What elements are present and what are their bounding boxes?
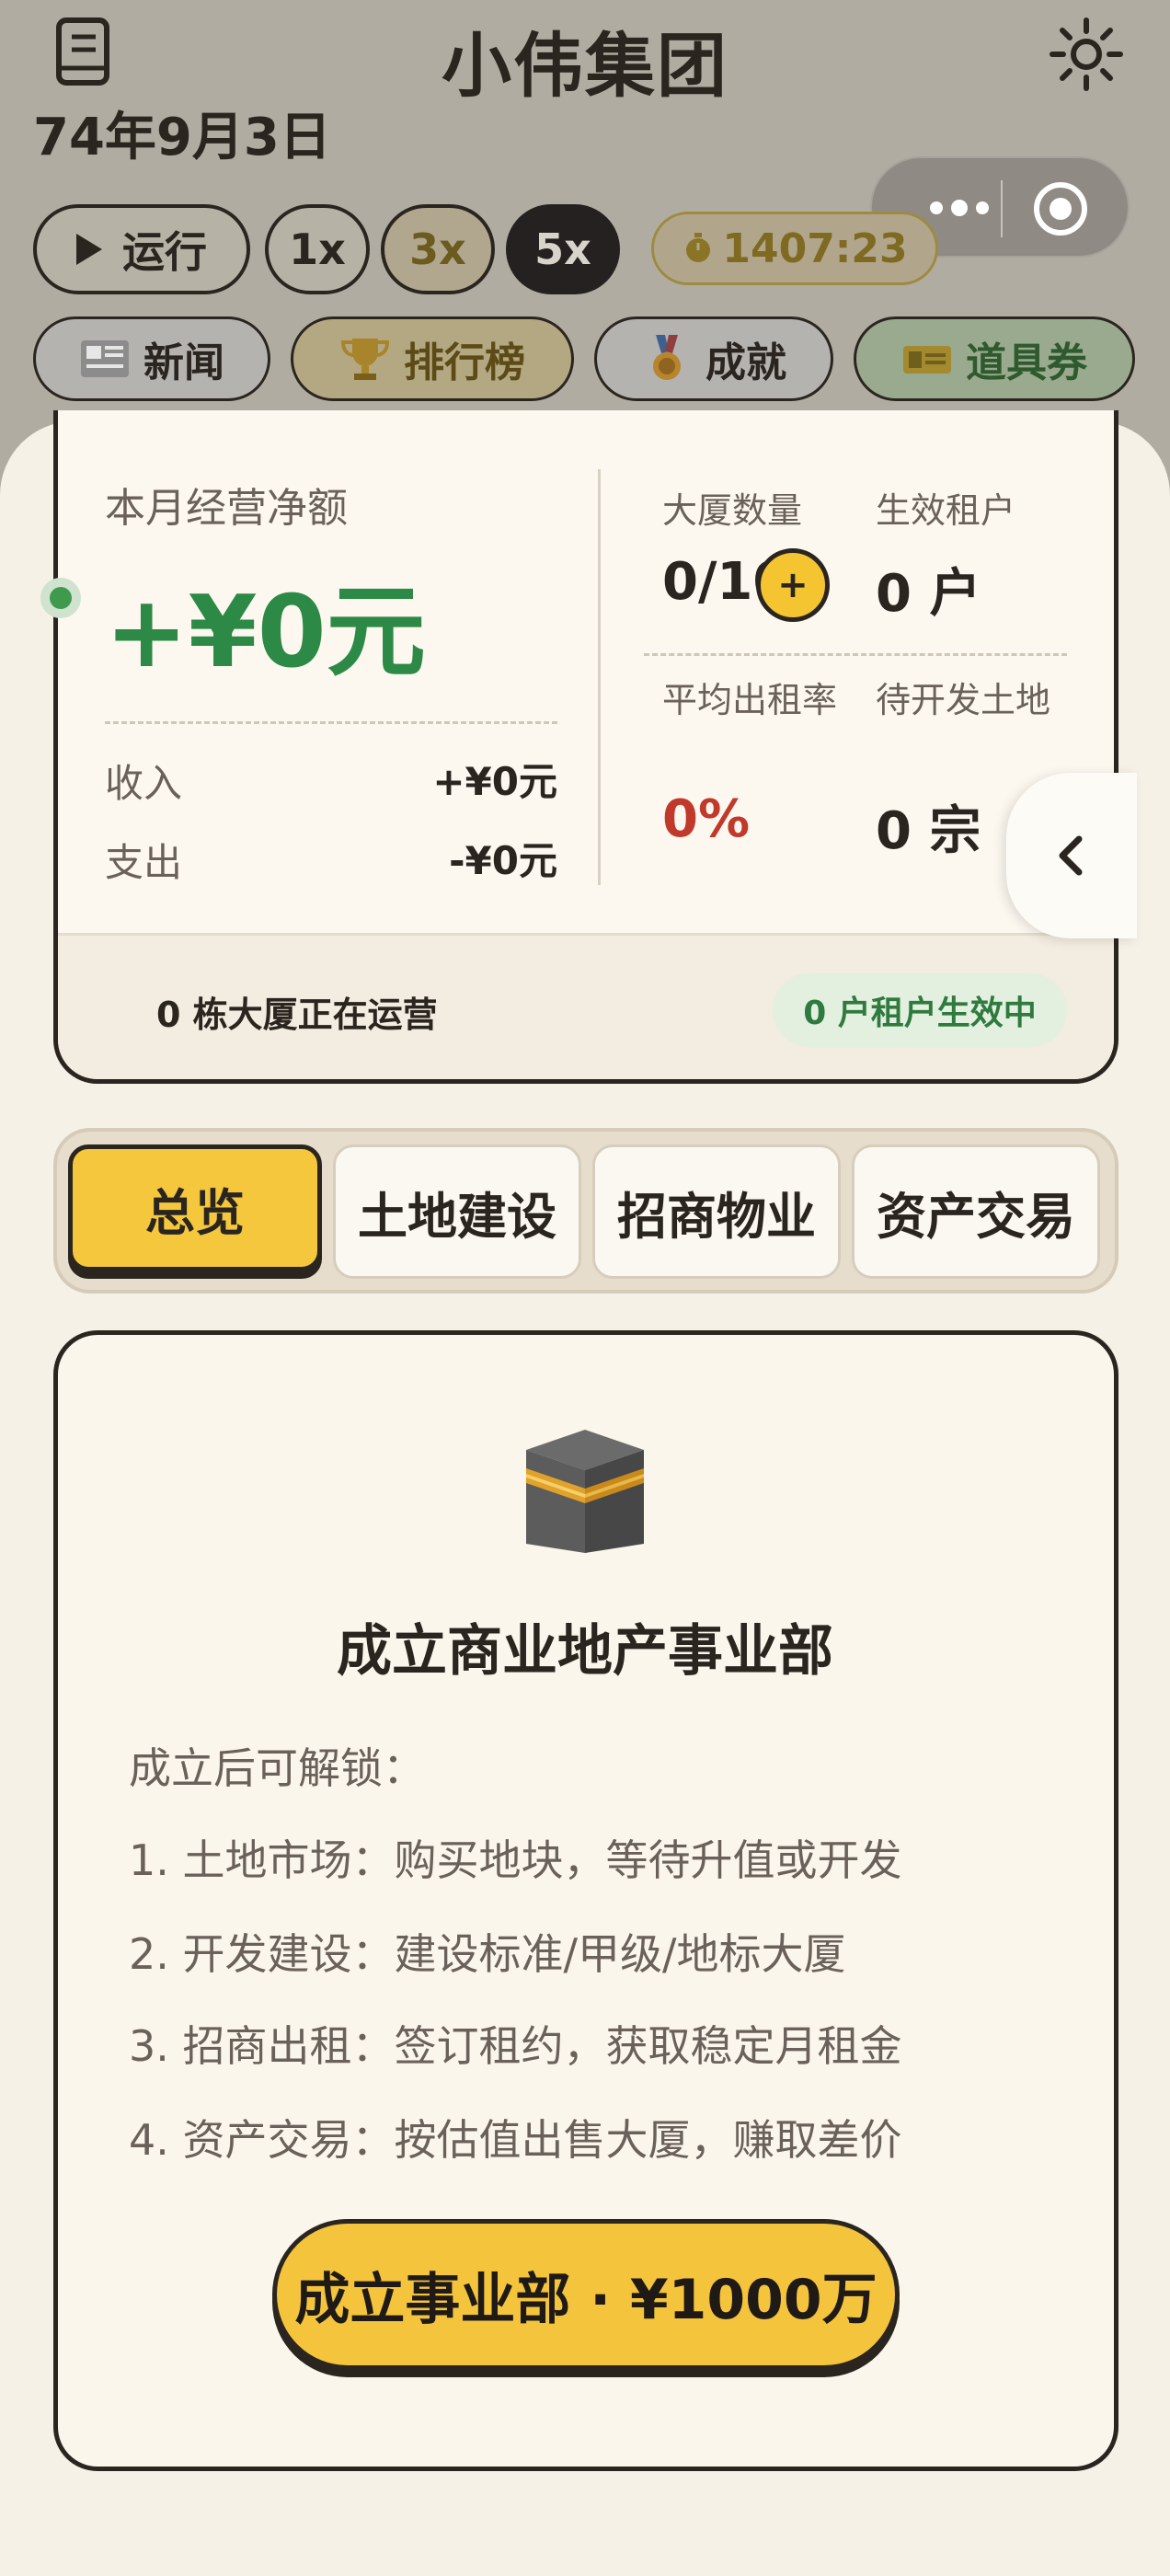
tenant-status-badge: 0 户租户生效中 xyxy=(773,973,1067,1047)
occupancy-label: 平均出租率 xyxy=(662,680,838,720)
income-value: +¥0元 xyxy=(432,759,557,804)
news-button[interactable]: 新闻 xyxy=(33,316,270,401)
establish-division-button[interactable]: 成立事业部 · ¥1000万 xyxy=(272,2219,900,2370)
capsule-divider xyxy=(1001,180,1003,237)
achievements-button[interactable]: 成就 xyxy=(594,316,833,401)
medal-icon xyxy=(653,335,681,380)
income-label: 收入 xyxy=(105,761,183,806)
stopwatch-icon xyxy=(686,233,711,262)
speed-5x-button[interactable]: 5x xyxy=(506,204,620,294)
gear-icon[interactable] xyxy=(1047,15,1126,94)
divider xyxy=(644,653,1067,656)
tab-leasing-property[interactable]: 招商物业 xyxy=(592,1144,841,1279)
achievements-label: 成就 xyxy=(705,339,786,386)
building-count-label: 大厦数量 xyxy=(662,490,803,531)
unlock-item: 1. 土地市场：购买地块，等待升值或开发 xyxy=(129,1835,902,1885)
unlock-item: 2. 开发建设：建设标准/甲级/地标大厦 xyxy=(129,1929,846,1979)
unlock-item: 3. 招商出租：签订租约，获取稳定月租金 xyxy=(129,2021,902,2071)
tab-overview[interactable]: 总览 xyxy=(68,1144,322,1271)
operating-status: 0 栋大厦正在运营 xyxy=(156,995,438,1035)
vertical-divider xyxy=(598,469,601,885)
kaaba-building-icon xyxy=(526,1430,644,1553)
trophy-icon xyxy=(340,339,390,380)
coupons-label: 道具券 xyxy=(966,339,1087,386)
target-icon[interactable] xyxy=(1032,180,1089,237)
ticket-icon xyxy=(903,346,951,374)
tab-land-construction[interactable]: 土地建设 xyxy=(333,1144,581,1279)
expense-label: 支出 xyxy=(105,840,183,885)
tab-asset-trading[interactable]: 资产交易 xyxy=(852,1144,1100,1279)
run-button[interactable]: 运行 xyxy=(33,204,250,294)
unlock-item: 4. 资产交易：按估值出售大厦，赚取差价 xyxy=(129,2115,902,2165)
leaderboard-button[interactable]: 排行榜 xyxy=(291,316,574,401)
pending-land-label: 待开发土地 xyxy=(876,680,1051,720)
unlock-intro: 成立后可解锁： xyxy=(129,1743,425,1793)
expense-value: -¥0元 xyxy=(449,838,557,883)
run-label: 运行 xyxy=(122,227,207,277)
timer-badge: 1407:23 xyxy=(651,212,938,285)
news-label: 新闻 xyxy=(143,339,224,386)
play-icon xyxy=(76,234,102,265)
timer-value: 1407:23 xyxy=(722,224,908,272)
status-dot-icon xyxy=(40,578,81,618)
leaderboard-label: 排行榜 xyxy=(404,339,525,386)
game-date: 74年9月3日 xyxy=(33,108,331,167)
pending-land-value: 0 宗 xyxy=(876,801,981,861)
active-tenants-label: 生效租户 xyxy=(876,490,1016,531)
speed-3x-button[interactable]: 3x xyxy=(381,204,495,294)
speed-1x-button[interactable]: 1x xyxy=(265,204,370,294)
feature-title: 成立商业地产事业部 xyxy=(337,1619,833,1684)
net-amount-value: +¥0元 xyxy=(105,575,426,690)
coupons-button[interactable]: 道具券 xyxy=(854,316,1135,401)
add-building-button[interactable]: + xyxy=(756,548,830,622)
chevron-left-icon xyxy=(1059,835,1083,876)
active-tenants-value: 0 户 xyxy=(876,564,981,624)
net-amount-label: 本月经营净额 xyxy=(105,485,348,532)
occupancy-value: 0% xyxy=(662,789,751,849)
newspaper-icon xyxy=(81,340,129,377)
side-drawer-handle[interactable] xyxy=(1006,773,1137,938)
divider xyxy=(105,721,557,724)
